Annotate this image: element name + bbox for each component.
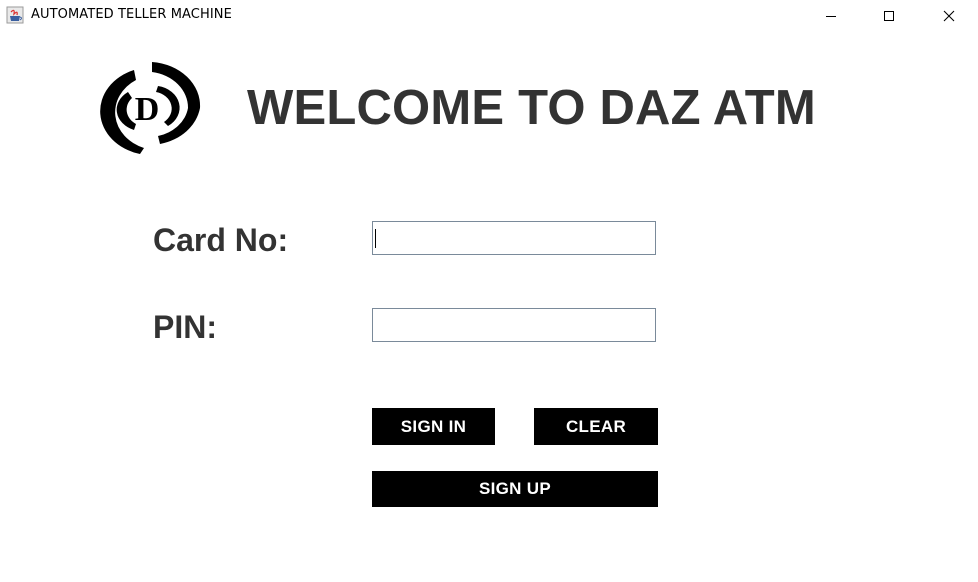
close-icon [943,10,955,22]
atm-login-window: AUTOMATED TELLER MACHINE D WELCOME TO DA… [0,0,978,582]
bank-logo: D [88,58,208,158]
minimize-button[interactable] [808,0,854,31]
card-number-input[interactable] [372,221,656,255]
logo-letter: D [135,91,160,128]
close-button[interactable] [926,0,972,31]
java-cup-icon [6,6,24,24]
pin-input[interactable] [372,308,656,342]
clear-button[interactable]: CLEAR [534,408,658,445]
minimize-icon [825,10,837,22]
maximize-button[interactable] [866,0,912,31]
sign-up-button[interactable]: SIGN UP [372,471,658,507]
text-caret [375,229,376,248]
pin-label: PIN: [153,309,217,345]
card-number-label: Card No: [153,222,289,258]
welcome-heading: WELCOME TO DAZ ATM [247,81,816,135]
window-title: AUTOMATED TELLER MACHINE [31,7,232,22]
maximize-icon [883,10,895,22]
sign-in-button[interactable]: SIGN IN [372,408,497,445]
title-bar[interactable]: AUTOMATED TELLER MACHINE [0,0,978,31]
